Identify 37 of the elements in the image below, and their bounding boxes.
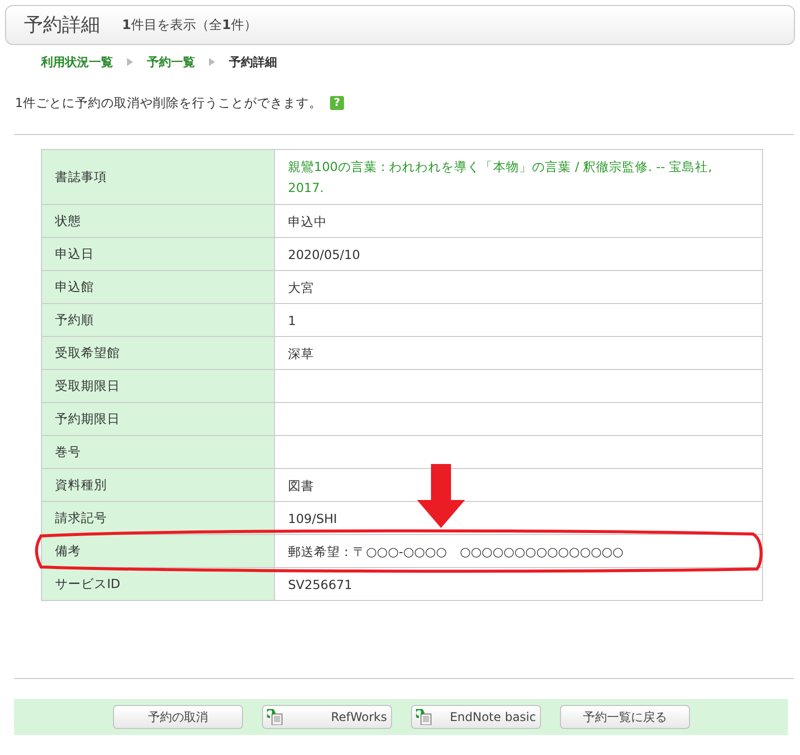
field-label: 請求記号: [42, 502, 274, 534]
export-button[interactable]: RefWorks: [262, 705, 392, 729]
field-label: サービスID: [42, 568, 274, 600]
field-label: 予約期限日: [42, 402, 274, 436]
action-button[interactable]: 予約の取消: [113, 705, 243, 729]
field-label: 書誌事項: [42, 150, 274, 204]
field-label: 備考: [42, 534, 274, 568]
export-button[interactable]: EndNote basic: [411, 705, 541, 729]
field-value: SV256671: [288, 576, 352, 592]
field-label: 申込館: [42, 270, 274, 304]
description-text: 1件ごとに予約の取消や削除を行うことができます。: [15, 94, 322, 112]
breadcrumb-link[interactable]: 利用状況一覧: [41, 54, 113, 70]
annotation-arrow: [417, 464, 465, 528]
field-label: 受取期限日: [42, 370, 274, 402]
field-value: 図書: [288, 478, 314, 492]
field-label: 受取希望館: [42, 336, 274, 370]
action-button[interactable]: 予約一覧に戻る: [560, 705, 690, 729]
breadcrumb-link[interactable]: 予約一覧: [147, 54, 195, 70]
field-value: 深草: [288, 346, 314, 360]
separator-icon: [209, 58, 215, 66]
field-value: 申込中: [288, 214, 327, 228]
field-value: 2020/05/10: [288, 246, 360, 262]
field-value: 109/SHI: [288, 510, 338, 526]
separator-icon: [127, 58, 133, 66]
export-icon: [416, 709, 432, 725]
field-value: 大宮: [288, 280, 314, 294]
field-value: 1: [288, 312, 296, 328]
field-label: 巻号: [42, 436, 274, 468]
export-icon: [267, 709, 283, 725]
field-label: 申込日: [42, 238, 274, 270]
field-value: 郵送希望：〒○○○-○○○○ ○○○○○○○○○○○○○○○: [288, 544, 624, 558]
breadcrumb-current: 予約詳細: [229, 54, 277, 70]
field-label: 状態: [42, 204, 274, 238]
result-count: 1件目を表示（全1件）: [122, 17, 258, 34]
field-label: 予約順: [42, 304, 274, 336]
field-label: 資料種別: [42, 468, 274, 502]
page-title: 予約詳細: [24, 13, 100, 38]
